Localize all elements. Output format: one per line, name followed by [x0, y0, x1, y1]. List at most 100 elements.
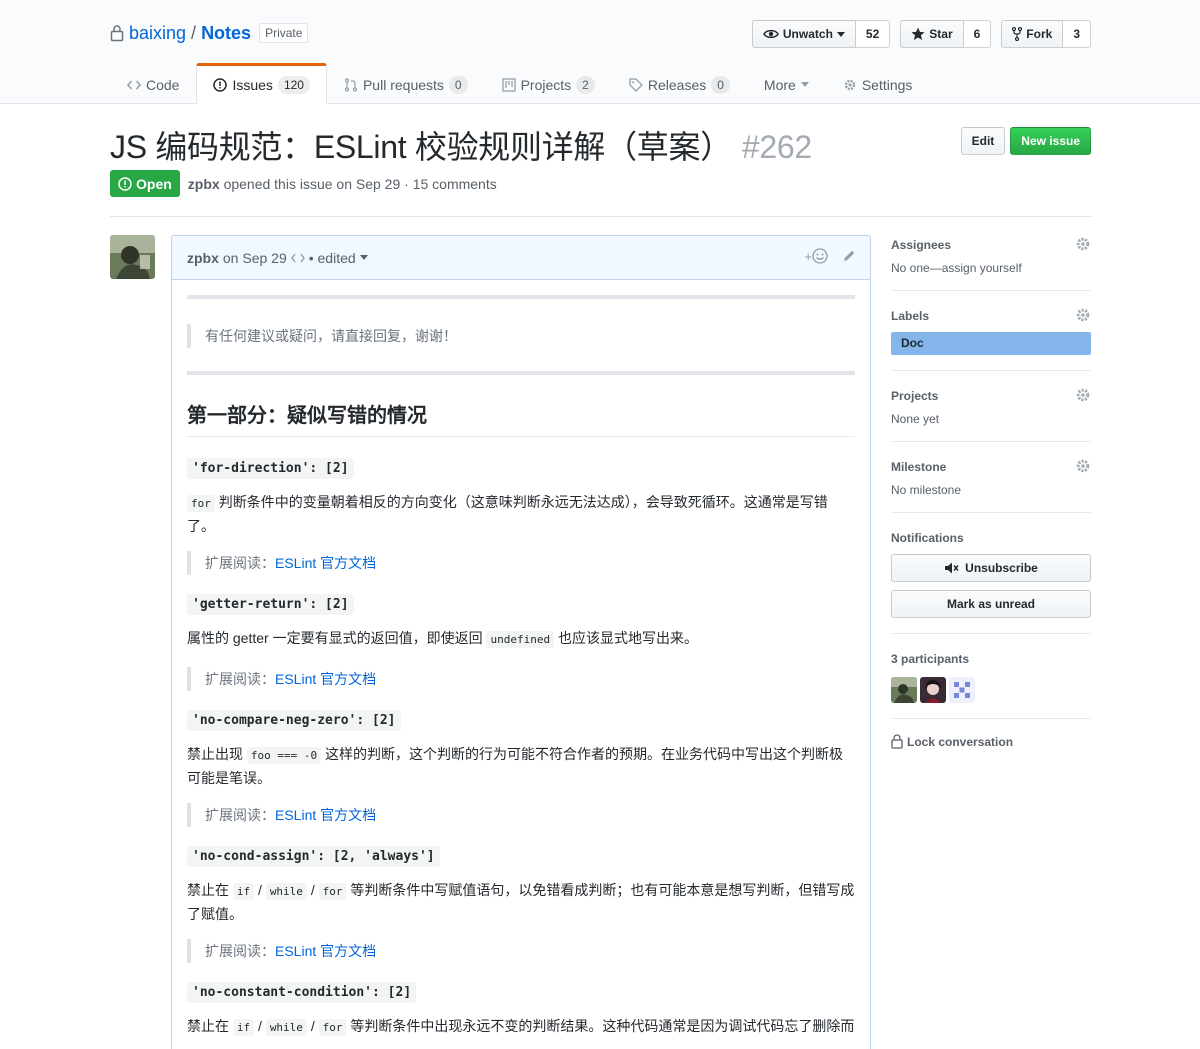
assignees-value[interactable]: No one—assign yourself — [891, 261, 1091, 275]
avatar[interactable] — [110, 235, 155, 279]
eye-icon — [763, 29, 779, 39]
issue-meta-text: opened this issue on Sep 29 · 15 comment… — [223, 175, 497, 192]
fork-count[interactable]: 3 — [1063, 20, 1091, 48]
rule-description: 属性的 getter 一定要有显式的返回值，即使返回 undefined 也应该… — [187, 627, 855, 651]
gear-icon[interactable] — [1075, 458, 1091, 474]
extended-reading: 扩展阅读：ESLint 官方文档 — [187, 939, 855, 963]
extended-reading: 扩展阅读：ESLint 官方文档 — [187, 667, 855, 691]
fork-label: Fork — [1026, 27, 1053, 41]
tab-more[interactable]: More — [747, 64, 826, 104]
gear-icon[interactable] — [1075, 387, 1091, 403]
eslint-docs-link[interactable]: ESLint 官方文档 — [275, 555, 376, 571]
participant-avatar[interactable] — [949, 677, 975, 703]
rule-item: 'no-compare-neg-zero': [2] — [187, 710, 855, 731]
rule-code: 'no-compare-neg-zero': [2] — [187, 710, 401, 731]
comment-edited[interactable]: • edited — [309, 250, 356, 266]
inline-code: while — [265, 1019, 307, 1036]
comment-actions: + — [804, 248, 856, 264]
repo-name-link[interactable]: Notes — [201, 23, 251, 44]
tab-projects[interactable]: Projects 2 — [485, 64, 612, 104]
comment-author-link[interactable]: zpbx — [187, 250, 219, 266]
star-label: Star — [929, 27, 953, 41]
inline-code: while — [265, 883, 307, 900]
comment-box: zpbx on Sep 29 • edited + 有任何建议或疑问，请直接回复… — [171, 235, 871, 1049]
edit-button[interactable]: Edit — [960, 127, 1006, 155]
participants-heading: 3 participants — [891, 652, 970, 666]
ext-prefix: 扩展阅读： — [205, 943, 275, 959]
repo-title: baixing / Notes Private — [110, 20, 309, 46]
gear-icon[interactable] — [1075, 236, 1091, 252]
inline-code: for — [187, 495, 215, 512]
fork-button[interactable]: Fork — [1001, 20, 1064, 48]
pagehead-actions: Unwatch 52 Star 6 Fork 3 — [751, 20, 1091, 48]
rule-code: 'no-cond-assign': [2, 'always'] — [187, 846, 440, 867]
comment-body: 有任何建议或疑问，请直接回复，谢谢！ 第一部分：疑似写错的情况 'for-dir… — [172, 280, 870, 1039]
rule-text-pre: 属性的 getter 一定要有显式的返回值，即使返回 — [187, 630, 487, 646]
tab-releases[interactable]: Releases 0 — [612, 64, 747, 104]
lock-icon — [891, 734, 903, 749]
ext-prefix: 扩展阅读： — [205, 671, 275, 687]
tab-code[interactable]: Code — [110, 64, 196, 104]
code-icon — [127, 80, 141, 89]
unwatch-button[interactable]: Unwatch — [751, 20, 856, 48]
participant-avatar[interactable] — [920, 677, 946, 703]
tab-pull-requests[interactable]: Pull requests 0 — [327, 64, 485, 104]
rule-sep: / — [306, 882, 319, 898]
rule-item: 'for-direction': [2] — [187, 458, 855, 479]
issue-author-link[interactable]: zpbx — [188, 176, 220, 192]
star-count[interactable]: 6 — [963, 20, 992, 48]
private-badge: Private — [259, 23, 309, 43]
repo-owner-link[interactable]: baixing — [129, 23, 186, 44]
issue-header-actions: Edit New issue — [960, 127, 1091, 155]
new-issue-button[interactable]: New issue — [1010, 127, 1091, 155]
participant-avatar[interactable] — [891, 677, 917, 703]
caret-down-icon[interactable] — [359, 255, 368, 260]
eslint-docs-link[interactable]: ESLint 官方文档 — [275, 943, 376, 959]
repo-separator: / — [191, 22, 197, 43]
rule-description: 禁止在 if / while / for 等判断条件中写赋值语句，以免错看成判断… — [187, 879, 855, 925]
tab-more-label: More — [763, 76, 796, 93]
watch-count[interactable]: 52 — [855, 20, 891, 48]
fork-icon — [1012, 27, 1023, 41]
repo-nav: Code Issues 120 Pull requests 0 Projects… — [110, 63, 929, 104]
tab-releases-label: Releases — [647, 76, 707, 93]
pulls-counter: 0 — [448, 75, 468, 94]
add-reaction-button[interactable]: + — [804, 248, 828, 264]
issue-title: JS 编码规范：ESLint 校验规则详解（草案） #262 — [110, 122, 812, 168]
eslint-docs-link[interactable]: ESLint 官方文档 — [275, 671, 376, 687]
mark-as-unread-button[interactable]: Mark as unread — [891, 590, 1091, 618]
header-divider — [110, 216, 1091, 217]
lock-conversation-button[interactable]: Lock conversation — [891, 734, 1091, 749]
rule-description: for 判断条件中的变量朝着相反的方向变化（这意味判断永远无法达成），会导致死循… — [187, 491, 855, 537]
caret-down-icon — [836, 31, 845, 37]
status-badge: Open — [110, 170, 180, 197]
extended-reading: 扩展阅读：ESLint 官方文档 — [187, 803, 855, 827]
tab-settings-label: Settings — [861, 76, 913, 93]
code-icon — [290, 253, 305, 262]
rule-text-pre: 禁止在 — [187, 1018, 233, 1034]
sidebar-participants: 3 participants — [891, 649, 1091, 719]
unwatch-label: Unwatch — [782, 27, 833, 41]
watch-group: Unwatch 52 — [751, 20, 891, 48]
sidebar-labels: Labels Doc — [891, 306, 1091, 371]
star-icon — [911, 27, 925, 40]
project-icon — [501, 77, 516, 92]
gear-icon — [844, 79, 856, 90]
rule-text-post: 也应该显式地写出来。 — [554, 630, 698, 646]
ext-prefix: 扩展阅读： — [205, 807, 275, 823]
participant-list — [891, 677, 1091, 703]
tab-code-label: Code — [146, 76, 180, 93]
eslint-docs-link[interactable]: ESLint 官方文档 — [275, 807, 376, 823]
inline-code: for — [318, 883, 347, 900]
tab-settings[interactable]: Settings — [826, 64, 930, 104]
tab-issues[interactable]: Issues 120 — [196, 63, 327, 104]
unsubscribe-button[interactable]: Unsubscribe — [891, 554, 1091, 582]
pencil-icon[interactable] — [842, 249, 856, 263]
gear-icon[interactable] — [1075, 307, 1091, 323]
rule-sep: / — [254, 882, 266, 898]
label-doc[interactable]: Doc — [891, 332, 1091, 355]
rule-description: 禁止在 if / while / for 等判断条件中出现永远不变的判断结果。这… — [187, 1015, 855, 1039]
star-button[interactable]: Star — [900, 20, 964, 48]
comment-date[interactable]: on Sep 29 — [223, 250, 287, 266]
caret-down-icon — [800, 82, 809, 87]
